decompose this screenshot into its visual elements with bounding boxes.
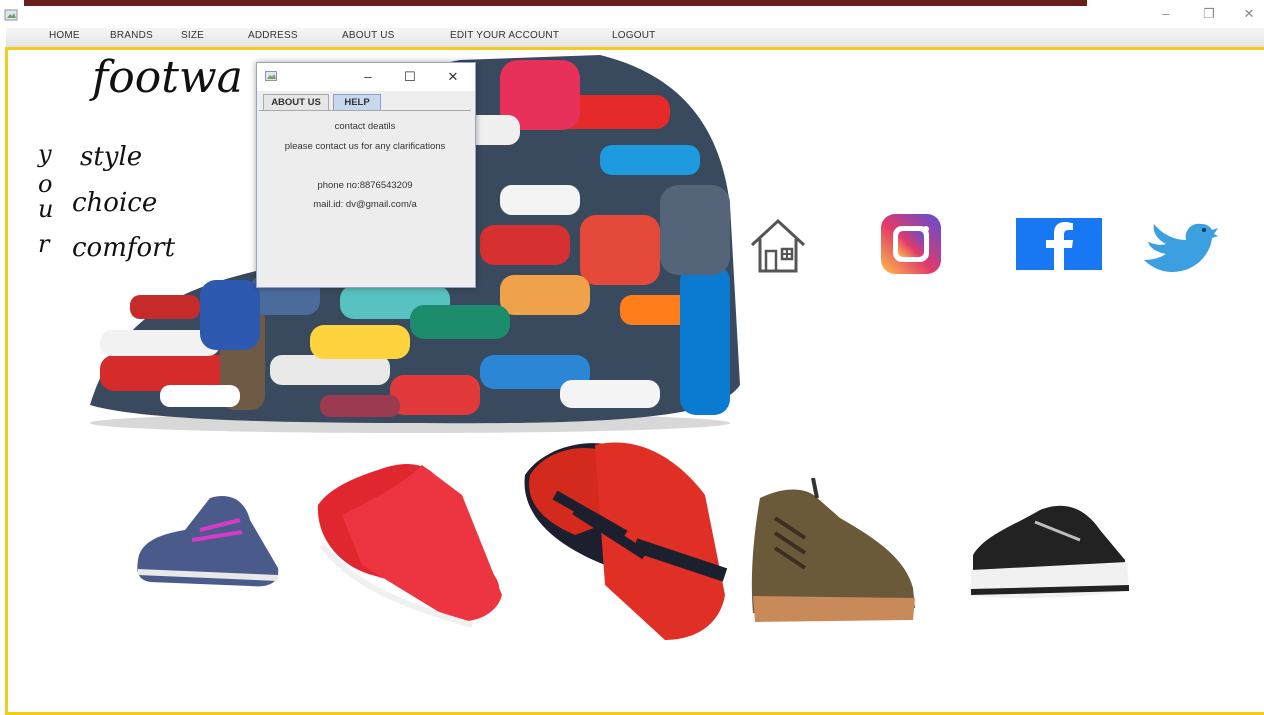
menu-logout[interactable]: LOGOUT (612, 30, 655, 41)
contact-instruction: please contact us for any clarifications (284, 141, 446, 152)
home-icon[interactable] (746, 213, 810, 277)
instagram-icon[interactable] (879, 212, 943, 276)
brand-logo-text: footwa (92, 52, 243, 103)
tagline-letter-y: y (38, 140, 52, 168)
tab-help[interactable]: HELP (333, 94, 381, 111)
tagline-style: style (80, 142, 143, 172)
dialog-maximize-button[interactable]: ☐ (399, 67, 421, 87)
menu-brands[interactable]: BRANDS (110, 30, 153, 41)
window-minimize-button[interactable]: – (1155, 6, 1177, 22)
window-close-button[interactable]: ✕ (1238, 6, 1260, 22)
java-app-icon (4, 9, 18, 21)
dialog-minimize-button[interactable]: – (357, 67, 379, 87)
window-restore-button[interactable]: ❐ (1198, 6, 1220, 22)
contact-heading: contact deatils (334, 121, 396, 132)
tab-about-us[interactable]: ABOUT US (263, 94, 329, 111)
twitter-icon[interactable] (1140, 210, 1220, 278)
contact-email: mail.id: dv@gmail.com/a (313, 199, 417, 210)
about-help-dialog: – ☐ ✕ ABOUT US HELP contact deatils plea… (256, 62, 476, 288)
blue-sneaker-icon[interactable] (130, 490, 285, 595)
menu-edit-account[interactable]: EDIT YOUR ACCOUNT (450, 30, 559, 41)
dialog-app-icon (265, 71, 277, 81)
tagline-letter-u: u (38, 195, 54, 223)
window-accent-strip (24, 0, 1087, 6)
frame-border-left (5, 48, 8, 715)
help-panel (259, 110, 471, 283)
tagline-letter-o: o (38, 170, 53, 198)
menu-about-us[interactable]: ABOUT US (342, 30, 395, 41)
tagline-comfort: comfort (72, 233, 176, 263)
contact-phone: phone no:8876543209 (317, 180, 413, 191)
dialog-close-button[interactable]: ✕ (442, 67, 464, 87)
menu-size[interactable]: SIZE (181, 30, 204, 41)
frame-border-top (5, 47, 1264, 50)
tagline-letter-r: r (38, 230, 50, 258)
menu-address[interactable]: ADDRESS (248, 30, 298, 41)
menu-home[interactable]: HOME (49, 30, 80, 41)
black-white-sneaker-icon[interactable] (965, 500, 1133, 604)
tagline-choice: choice (72, 188, 158, 218)
facebook-icon[interactable] (1016, 212, 1102, 276)
red-black-sport-shoe-icon[interactable] (515, 435, 730, 650)
red-sneaker-icon[interactable] (312, 455, 507, 630)
brown-boot-icon[interactable] (745, 478, 920, 626)
